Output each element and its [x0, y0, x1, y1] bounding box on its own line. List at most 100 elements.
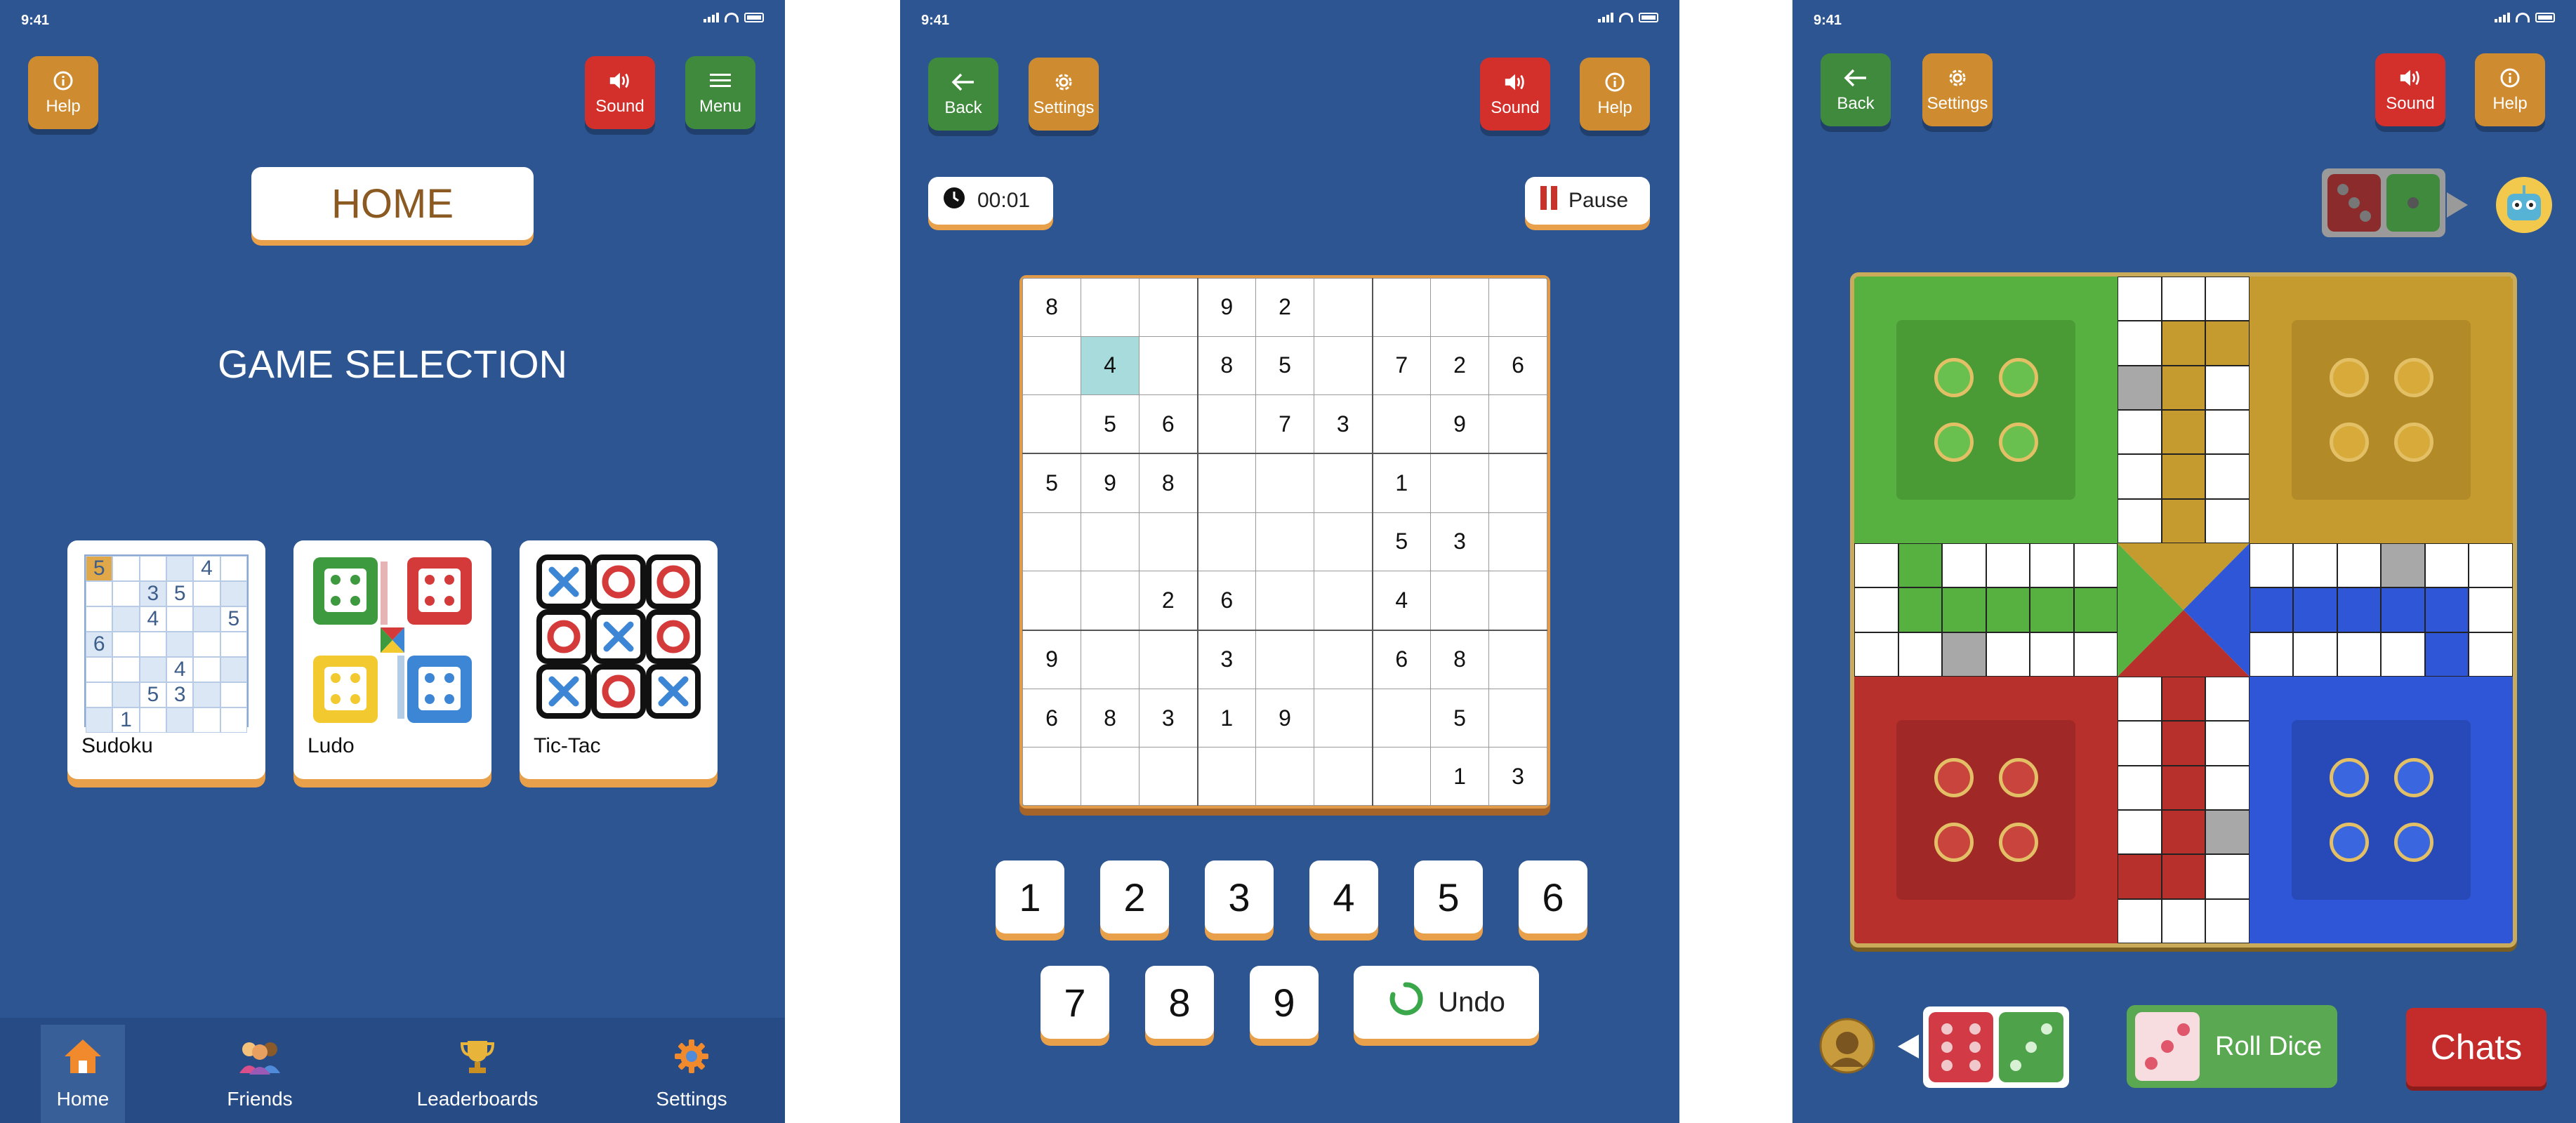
sudoku-cell[interactable] — [1139, 512, 1198, 571]
sudoku-cell[interactable]: 9 — [1430, 394, 1489, 455]
sudoku-cell[interactable] — [1372, 747, 1431, 806]
settings-button[interactable]: Settings — [1029, 58, 1099, 131]
sudoku-cell[interactable] — [1488, 394, 1547, 455]
token-red[interactable] — [1999, 823, 2038, 862]
token-yellow[interactable] — [2330, 423, 2369, 462]
token-blue[interactable] — [2330, 758, 2369, 797]
help-button[interactable]: Help — [2475, 53, 2545, 126]
sudoku-cell[interactable]: 1 — [1430, 747, 1489, 806]
sound-button[interactable]: Sound — [585, 56, 655, 129]
number-key-7[interactable]: 7 — [1041, 966, 1109, 1039]
sudoku-cell[interactable] — [1022, 512, 1081, 571]
sudoku-cell[interactable] — [1197, 512, 1256, 571]
token-red[interactable] — [1934, 758, 1974, 797]
sudoku-cell[interactable]: 3 — [1430, 512, 1489, 571]
sound-button[interactable]: Sound — [1480, 58, 1550, 131]
number-key-2[interactable]: 2 — [1100, 860, 1169, 933]
token-red[interactable] — [1999, 758, 2038, 797]
sudoku-cell[interactable] — [1314, 689, 1373, 747]
sudoku-cell[interactable]: 2 — [1255, 278, 1314, 337]
sudoku-cell[interactable] — [1255, 629, 1314, 690]
sudoku-cell[interactable]: 5 — [1022, 453, 1081, 514]
nav-leaderboards[interactable]: Leaderboards — [407, 1025, 548, 1123]
sudoku-cell[interactable] — [1255, 747, 1314, 806]
sudoku-cell[interactable]: 3 — [1139, 689, 1198, 747]
sudoku-cell[interactable] — [1197, 747, 1256, 806]
sudoku-cell[interactable]: 1 — [1372, 453, 1431, 514]
sudoku-cell[interactable] — [1139, 278, 1198, 337]
settings-button[interactable]: Settings — [1922, 53, 1993, 126]
sudoku-cell[interactable] — [1022, 747, 1081, 806]
sudoku-cell[interactable]: 9 — [1255, 689, 1314, 747]
token-green[interactable] — [1999, 358, 2038, 397]
sound-button[interactable]: Sound — [2375, 53, 2445, 126]
sudoku-cell[interactable]: 6 — [1139, 394, 1198, 455]
nav-settings[interactable]: Settings — [646, 1025, 737, 1123]
sudoku-cell[interactable]: 6 — [1488, 335, 1547, 395]
undo-button[interactable]: Undo — [1354, 966, 1539, 1039]
sudoku-cell[interactable] — [1255, 512, 1314, 571]
sudoku-cell[interactable]: 3 — [1314, 394, 1373, 455]
sudoku-cell[interactable] — [1314, 747, 1373, 806]
sudoku-cell[interactable] — [1022, 335, 1081, 395]
sudoku-cell[interactable]: 6 — [1372, 629, 1431, 690]
sudoku-cell[interactable]: 5 — [1081, 394, 1140, 455]
sudoku-cell[interactable] — [1197, 453, 1256, 514]
sudoku-cell[interactable] — [1081, 512, 1140, 571]
number-key-4[interactable]: 4 — [1309, 860, 1378, 933]
token-blue[interactable] — [2394, 823, 2433, 862]
sudoku-cell[interactable]: 8 — [1430, 629, 1489, 690]
sudoku-cell[interactable] — [1255, 570, 1314, 631]
sudoku-cell[interactable]: 9 — [1081, 453, 1140, 514]
sudoku-cell[interactable] — [1430, 278, 1489, 337]
sudoku-cell[interactable] — [1488, 278, 1547, 337]
sudoku-cell[interactable] — [1314, 629, 1373, 690]
token-blue[interactable] — [2330, 823, 2369, 862]
sudoku-cell[interactable]: 4 — [1372, 570, 1431, 631]
game-card-ludo[interactable]: Ludo — [293, 540, 491, 779]
sudoku-cell[interactable] — [1314, 570, 1373, 631]
sudoku-cell[interactable]: 7 — [1255, 394, 1314, 455]
sudoku-cell[interactable] — [1488, 570, 1547, 631]
roll-dice-button[interactable]: Roll Dice — [2127, 1005, 2337, 1088]
number-key-5[interactable]: 5 — [1414, 860, 1483, 933]
sudoku-cell[interactable]: 5 — [1430, 689, 1489, 747]
token-yellow[interactable] — [2394, 423, 2433, 462]
nav-friends[interactable]: Friends — [211, 1025, 309, 1123]
sudoku-cell[interactable] — [1314, 278, 1373, 337]
sudoku-cell[interactable] — [1197, 394, 1256, 455]
sudoku-cell[interactable]: 3 — [1488, 747, 1547, 806]
sudoku-cell[interactable] — [1314, 512, 1373, 571]
sudoku-cell[interactable]: 8 — [1081, 689, 1140, 747]
sudoku-cell[interactable] — [1430, 570, 1489, 631]
number-key-8[interactable]: 8 — [1145, 966, 1214, 1039]
sudoku-cell[interactable]: 3 — [1197, 629, 1256, 690]
token-green[interactable] — [1934, 423, 1974, 462]
sudoku-cell[interactable]: 8 — [1139, 453, 1198, 514]
sudoku-cell[interactable]: 8 — [1022, 278, 1081, 337]
number-key-6[interactable]: 6 — [1519, 860, 1587, 933]
pause-button[interactable]: Pause — [1525, 177, 1650, 225]
sudoku-cell[interactable] — [1022, 394, 1081, 455]
sudoku-cell[interactable]: 8 — [1197, 335, 1256, 395]
sudoku-cell[interactable] — [1139, 629, 1198, 690]
number-key-9[interactable]: 9 — [1250, 966, 1319, 1039]
back-button[interactable]: Back — [1821, 53, 1891, 126]
token-yellow[interactable] — [2394, 358, 2433, 397]
game-card-tictac[interactable]: Tic-Tac — [520, 540, 718, 779]
sudoku-cell[interactable] — [1081, 629, 1140, 690]
sudoku-cell[interactable] — [1314, 335, 1373, 395]
help-button[interactable]: Help — [28, 56, 98, 129]
sudoku-cell[interactable] — [1488, 629, 1547, 690]
chats-button[interactable]: Chats — [2406, 1008, 2547, 1087]
sudoku-cell[interactable] — [1081, 278, 1140, 337]
sudoku-cell[interactable]: 9 — [1197, 278, 1256, 337]
sudoku-cell[interactable]: 2 — [1430, 335, 1489, 395]
sudoku-cell[interactable] — [1430, 453, 1489, 514]
sudoku-cell[interactable] — [1372, 689, 1431, 747]
sudoku-cell[interactable] — [1488, 689, 1547, 747]
sudoku-cell[interactable]: 2 — [1139, 570, 1198, 631]
sudoku-cell[interactable]: 6 — [1197, 570, 1256, 631]
sudoku-cell[interactable]: 5 — [1255, 335, 1314, 395]
token-green[interactable] — [1934, 358, 1974, 397]
